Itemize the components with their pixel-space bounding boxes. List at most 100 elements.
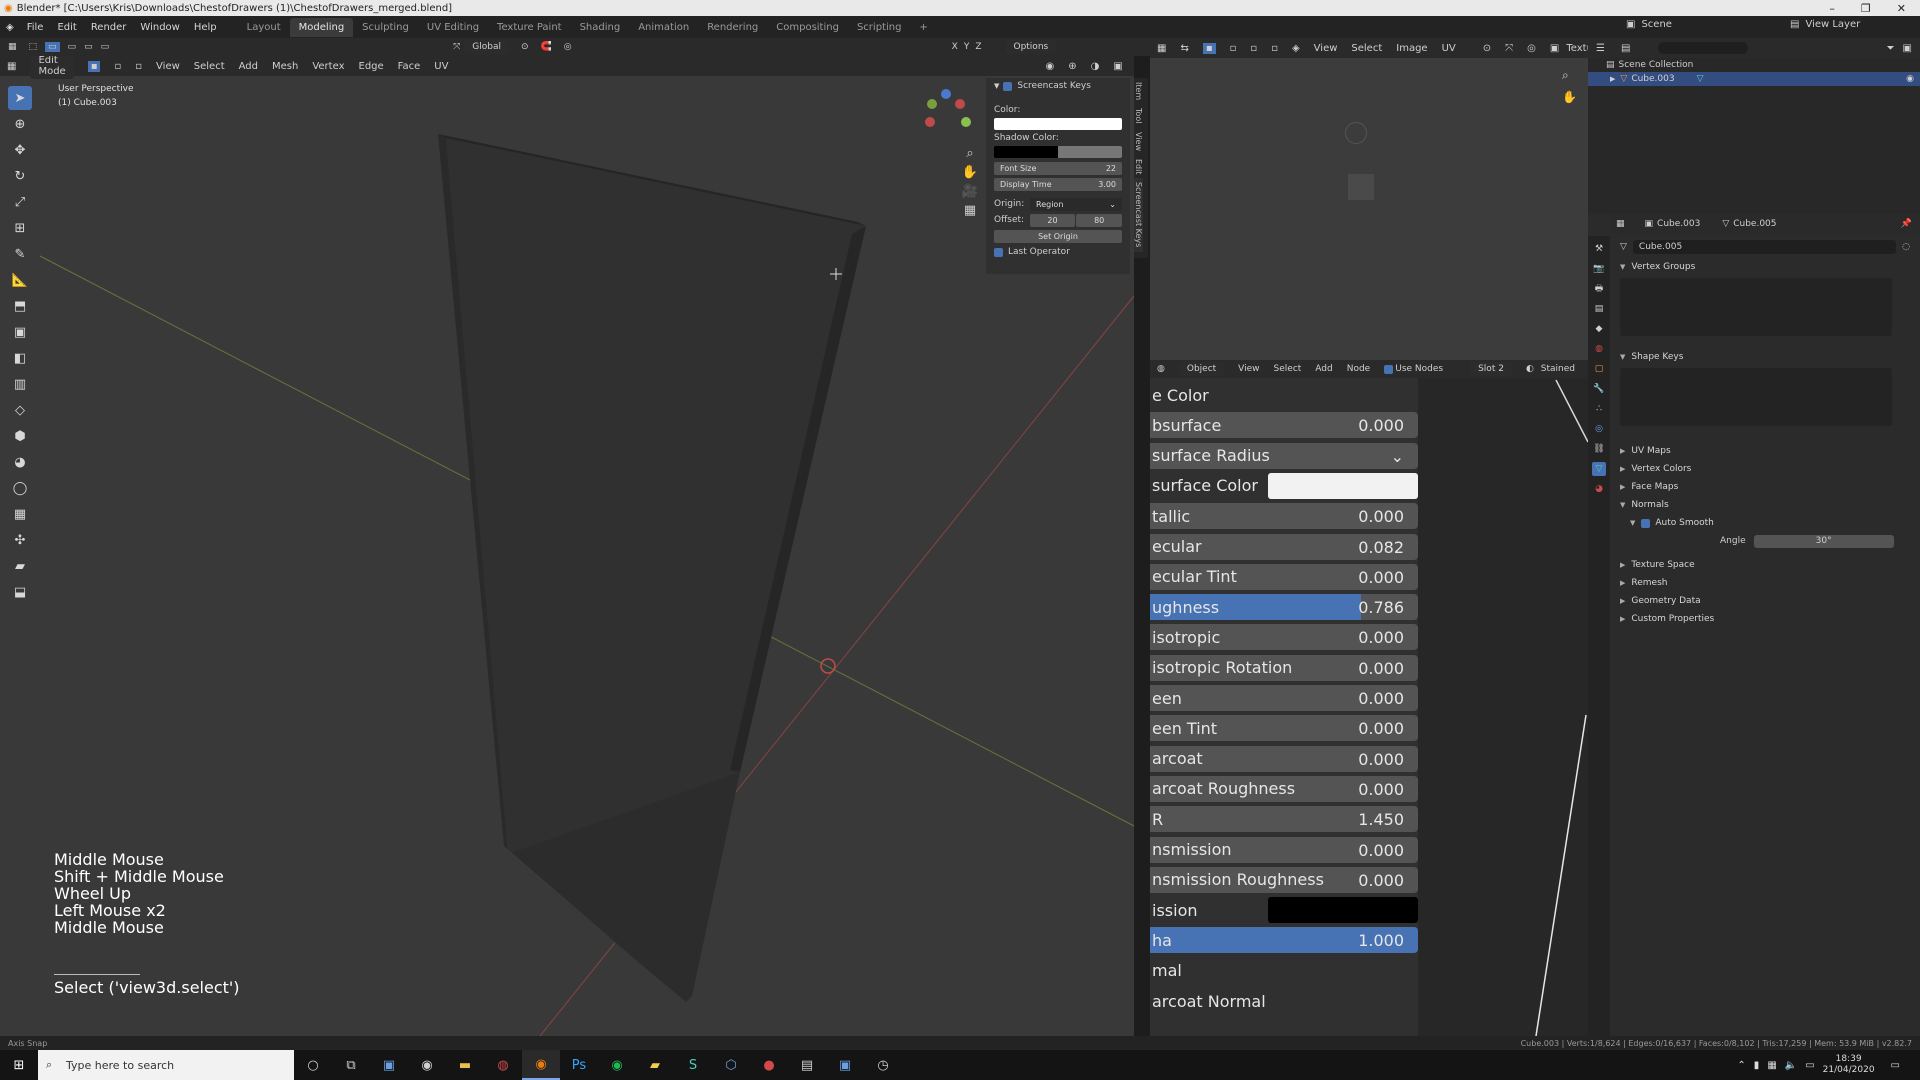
- bsdf-property-row[interactable]: ission: [1150, 897, 1418, 924]
- bsdf-property-row[interactable]: ha 1.000: [1150, 927, 1418, 954]
- loop-cut-tool-icon[interactable]: ▥: [8, 372, 32, 396]
- extrude-tool-icon[interactable]: ⬒: [8, 294, 32, 318]
- outliner-display-icon[interactable]: ▤: [1621, 43, 1630, 54]
- image-editor-type-icon[interactable]: ▦: [1157, 43, 1166, 54]
- snap-icon[interactable]: 🧲: [541, 42, 552, 52]
- blender-taskbar-icon[interactable]: ◉: [522, 1050, 560, 1080]
- tray-language-icon[interactable]: ▭: [1805, 1060, 1814, 1071]
- expand-arrow-icon[interactable]: ▶: [1610, 75, 1615, 83]
- section-uv-maps[interactable]: ▶ UV Maps: [1610, 442, 1920, 460]
- spotify-icon[interactable]: ◉: [598, 1050, 636, 1080]
- bsdf-property-row[interactable]: een 0.000: [1150, 685, 1418, 711]
- menu-window[interactable]: Window: [140, 22, 179, 33]
- transform-orientation-dropdown[interactable]: Global: [464, 40, 510, 54]
- axis-y-toggle[interactable]: Y: [964, 42, 970, 52]
- menu-select[interactable]: Select: [194, 61, 225, 72]
- minimize-icon[interactable]: –: [1829, 2, 1835, 15]
- panel-collapse-icon[interactable]: ▼: [994, 82, 999, 90]
- maximize-icon[interactable]: ❐: [1861, 2, 1871, 15]
- node-menu-node[interactable]: Node: [1347, 364, 1371, 374]
- menu-file[interactable]: File: [27, 22, 44, 33]
- editor-type-icon[interactable]: ▦: [8, 42, 17, 52]
- bsdf-property-row[interactable]: ughness 0.786: [1150, 594, 1418, 621]
- constraints-tab-icon[interactable]: ⛓: [1592, 442, 1606, 456]
- menu-face[interactable]: Face: [398, 61, 421, 72]
- app-icon-cube[interactable]: ⬡: [712, 1050, 750, 1080]
- world-tab-icon[interactable]: ◍: [1592, 342, 1606, 356]
- start-icon[interactable]: ⊞: [0, 1050, 38, 1080]
- axis-z-toggle[interactable]: Z: [975, 42, 981, 52]
- menu-add[interactable]: Add: [239, 61, 258, 72]
- scene-tab-icon[interactable]: ◆: [1592, 322, 1606, 336]
- cursor-tool-icon[interactable]: ⊕: [8, 112, 32, 136]
- tab-shading[interactable]: Shading: [571, 18, 630, 37]
- output-tab-icon[interactable]: 🖶: [1592, 282, 1606, 296]
- scale-tool-icon[interactable]: ⤢: [8, 190, 32, 214]
- image-menu-uv[interactable]: UV: [1442, 43, 1456, 54]
- uv-vertex-icon[interactable]: ▪: [1202, 42, 1216, 54]
- tab-texture-paint[interactable]: Texture Paint: [488, 18, 571, 37]
- proportional-icon[interactable]: ◎: [564, 42, 572, 52]
- outliner-row-cube003[interactable]: ▶ ▽ Cube.003 ▽ ◉: [1588, 72, 1920, 86]
- uv-pivot-icon[interactable]: ⊙: [1483, 43, 1491, 54]
- tab-scripting[interactable]: Scripting: [848, 18, 910, 37]
- bsdf-property-row[interactable]: isotropic 0.000: [1150, 624, 1418, 651]
- tray-up-arrow-icon[interactable]: ⌃: [1737, 1060, 1745, 1071]
- bevel-tool-icon[interactable]: ◧: [8, 346, 32, 370]
- image-menu-view[interactable]: View: [1314, 43, 1338, 54]
- notifications-icon[interactable]: ▭: [1891, 1060, 1900, 1071]
- gizmo-toggle-icon[interactable]: ⊕: [1068, 61, 1076, 72]
- image-pan-icon[interactable]: ✋: [1562, 90, 1577, 104]
- scene-selector[interactable]: Scene: [1641, 19, 1672, 30]
- select-invert-icon[interactable]: ▭: [101, 42, 110, 52]
- zoom-icon[interactable]: ⌕: [960, 146, 980, 161]
- uv-snap-icon[interactable]: ⤧: [1505, 43, 1513, 54]
- measure-tool-icon[interactable]: 📐: [8, 268, 32, 292]
- axis-x-toggle[interactable]: X: [952, 42, 958, 52]
- principled-bsdf-node[interactable]: e Color bsurface 0.000 surface Radius ⌄ surfa…: [1150, 378, 1418, 1036]
- sidebar-tab-tool[interactable]: Tool: [1134, 104, 1143, 128]
- knife-tool-icon[interactable]: ◇: [8, 398, 32, 422]
- select-mode-icon[interactable]: ▭: [45, 42, 60, 52]
- uv-face-icon[interactable]: ▫: [1250, 43, 1257, 54]
- tab-layout[interactable]: Layout: [238, 18, 290, 37]
- taskbar-search-input[interactable]: ⌕ Type here to search: [38, 1050, 294, 1080]
- ortho-toggle-icon[interactable]: ▦: [960, 203, 980, 218]
- overlay-toggle-icon[interactable]: ◑: [1091, 61, 1100, 72]
- color-swatch[interactable]: [1268, 897, 1418, 924]
- bsdf-property-row[interactable]: ecular 0.082: [1150, 533, 1418, 560]
- select-tool-icon[interactable]: ➤: [8, 86, 32, 110]
- material-tab-icon[interactable]: ◕: [1592, 482, 1606, 496]
- offset-x-field[interactable]: 20: [1029, 213, 1076, 227]
- bsdf-property-row[interactable]: bsurface 0.000: [1150, 412, 1418, 439]
- bsdf-property-row[interactable]: nsmission 0.000: [1150, 836, 1418, 863]
- last-operator-checkbox[interactable]: [994, 247, 1003, 257]
- image-zoom-icon[interactable]: ⌕: [1562, 68, 1569, 83]
- pivot-icon[interactable]: ⊙: [521, 42, 529, 52]
- physics-tab-icon[interactable]: ◎: [1592, 422, 1606, 436]
- app-icon-photos[interactable]: ▣: [826, 1050, 864, 1080]
- shader-node-editor[interactable]: ◍ Object View Select Add Node Use Nodes …: [1150, 360, 1588, 1036]
- new-collection-icon[interactable]: ▣: [1903, 43, 1912, 54]
- inset-tool-icon[interactable]: ▣: [8, 320, 32, 344]
- add-workspace-button[interactable]: +: [910, 18, 936, 37]
- section-normals[interactable]: ▼ Normals: [1610, 496, 1920, 514]
- menu-vertex[interactable]: Vertex: [312, 61, 344, 72]
- viewport-editor-icon[interactable]: ▦: [7, 61, 16, 72]
- vertex-select-icon[interactable]: ▪: [87, 60, 101, 72]
- mesh-name-field[interactable]: Cube.005: [1632, 240, 1897, 254]
- bsdf-property-row[interactable]: surface Radius ⌄: [1150, 442, 1418, 469]
- filter-icon[interactable]: ⏷: [1887, 43, 1895, 54]
- bsdf-property-row[interactable]: ecular Tint 0.000: [1150, 563, 1418, 590]
- visibility-eye-icon[interactable]: ◉: [1906, 74, 1914, 84]
- shrink-tool-icon[interactable]: ✣: [8, 528, 32, 552]
- tray-network-icon[interactable]: ▦: [1767, 1060, 1776, 1071]
- node-menu-add[interactable]: Add: [1315, 364, 1332, 374]
- transform-tool-icon[interactable]: ⊞: [8, 216, 32, 240]
- app-icon-files[interactable]: ▤: [788, 1050, 826, 1080]
- outliner-search-input[interactable]: [1658, 42, 1749, 54]
- auto-smooth-checkbox[interactable]: [1641, 518, 1651, 528]
- shape-keys-list[interactable]: [1620, 368, 1892, 426]
- smooth-tool-icon[interactable]: ◯: [8, 476, 32, 500]
- render-tab-icon[interactable]: 📷: [1592, 262, 1606, 276]
